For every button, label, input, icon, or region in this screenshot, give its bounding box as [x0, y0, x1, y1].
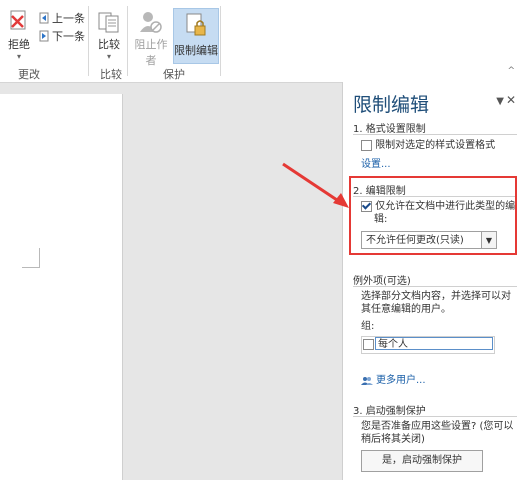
annotation-arrow [282, 162, 349, 208]
